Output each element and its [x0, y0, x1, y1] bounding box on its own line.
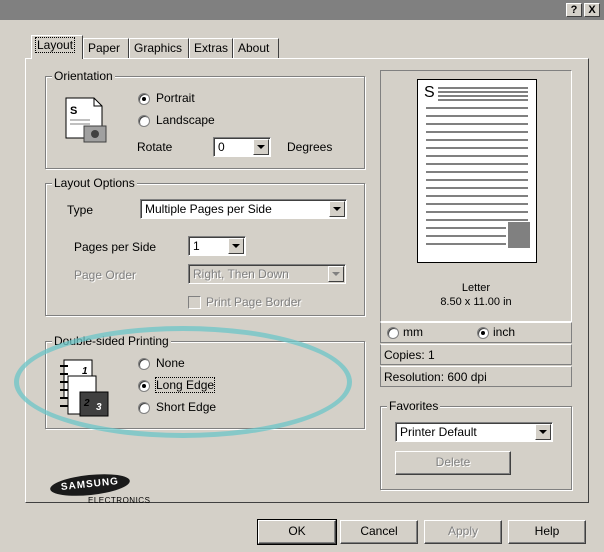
page-preview: S Letter 8.50 x 11.00 in	[380, 70, 572, 322]
preview-lines	[426, 87, 530, 248]
favorites-value: Printer Default	[400, 425, 477, 439]
short-edge-label: Short Edge	[156, 400, 217, 414]
degrees-label: Degrees	[287, 140, 333, 154]
apply-button[interactable]: Apply	[424, 520, 502, 544]
resolution-row: Resolution: 600 dpi	[380, 366, 572, 387]
orientation-group-label: Orientation	[52, 69, 115, 83]
svg-text:1: 1	[82, 366, 88, 377]
none-radio[interactable]	[138, 358, 150, 370]
layout-options-group-label: Layout Options	[52, 176, 137, 190]
unit-row: mm inch	[380, 322, 572, 343]
copies-row: Copies: 1	[380, 344, 572, 365]
page-order-label: Page Order	[74, 268, 137, 282]
double-sided-group-label: Double-sided Printing	[52, 334, 171, 348]
short-edge-radio[interactable]	[138, 402, 150, 414]
pages-per-side-combo[interactable]: 1	[188, 236, 246, 256]
help-button[interactable]: Help	[508, 520, 586, 544]
booklet-binding-icon: 1 2 3	[60, 359, 109, 417]
favorites-group-label: Favorites	[387, 399, 441, 413]
print-properties-dialog: ? X Layout Paper Graphics Extras About O…	[0, 0, 604, 552]
none-label: None	[156, 356, 185, 370]
type-combo[interactable]: Multiple Pages per Side	[140, 199, 347, 219]
paper-size: 8.50 x 11.00 in	[440, 296, 512, 308]
type-label: Type	[67, 203, 94, 217]
electronics-label: ELECTRONICS	[88, 496, 151, 505]
resolution-text: Resolution: 600 dpi	[384, 370, 487, 384]
long-edge-label: Long Edge	[154, 377, 216, 393]
help-title-button[interactable]: ?	[566, 3, 582, 17]
copies-text: Copies: 1	[384, 348, 435, 362]
title-bar: ? X	[0, 0, 604, 20]
tab-about[interactable]: About	[233, 38, 279, 58]
chevron-down-icon[interactable]	[328, 266, 344, 282]
ok-button[interactable]: OK	[257, 519, 337, 545]
preview-image-block	[508, 222, 530, 248]
tab-extras[interactable]: Extras	[189, 38, 233, 58]
close-title-button[interactable]: X	[584, 3, 600, 17]
mm-label: mm	[403, 325, 423, 339]
svg-text:2: 2	[83, 398, 90, 409]
tab-graphics[interactable]: Graphics	[129, 38, 189, 58]
preview-page: S	[417, 79, 537, 263]
rotate-combo[interactable]: 0	[213, 137, 271, 157]
pages-per-side-value: 1	[193, 239, 200, 253]
page-order-combo[interactable]: Right, Then Down	[188, 264, 346, 284]
svg-text:S: S	[70, 105, 77, 117]
mm-radio[interactable]	[387, 327, 399, 339]
chevron-down-icon[interactable]	[253, 139, 269, 155]
inch-radio[interactable]	[477, 327, 489, 339]
chevron-down-icon[interactable]	[535, 424, 551, 440]
long-edge-radio[interactable]	[138, 380, 150, 392]
landscape-label: Landscape	[156, 113, 215, 127]
chevron-down-icon[interactable]	[329, 201, 345, 217]
favorites-group: Favorites	[380, 399, 572, 490]
inch-label: inch	[493, 325, 516, 339]
print-page-border-label: Print Page Border	[206, 295, 302, 309]
pages-per-side-label: Pages per Side	[74, 240, 157, 254]
type-value: Multiple Pages per Side	[145, 202, 272, 216]
delete-favorite-button[interactable]: Delete	[395, 451, 511, 475]
rotate-label: Rotate	[137, 140, 173, 154]
cancel-button[interactable]: Cancel	[340, 520, 418, 544]
tab-layout[interactable]: Layout	[31, 35, 83, 59]
portrait-radio[interactable]	[138, 93, 150, 105]
portrait-label: Portrait	[156, 91, 195, 105]
landscape-radio[interactable]	[138, 115, 150, 127]
page-order-value: Right, Then Down	[193, 267, 289, 281]
svg-text:3: 3	[96, 402, 102, 413]
portrait-document-icon: S	[65, 97, 107, 143]
chevron-down-icon[interactable]	[228, 238, 244, 254]
favorites-combo[interactable]: Printer Default	[395, 422, 553, 442]
paper-name: Letter	[461, 282, 491, 294]
print-page-border-checkbox[interactable]	[188, 296, 201, 309]
tab-paper[interactable]: Paper	[83, 38, 129, 58]
rotate-value: 0	[218, 140, 225, 154]
